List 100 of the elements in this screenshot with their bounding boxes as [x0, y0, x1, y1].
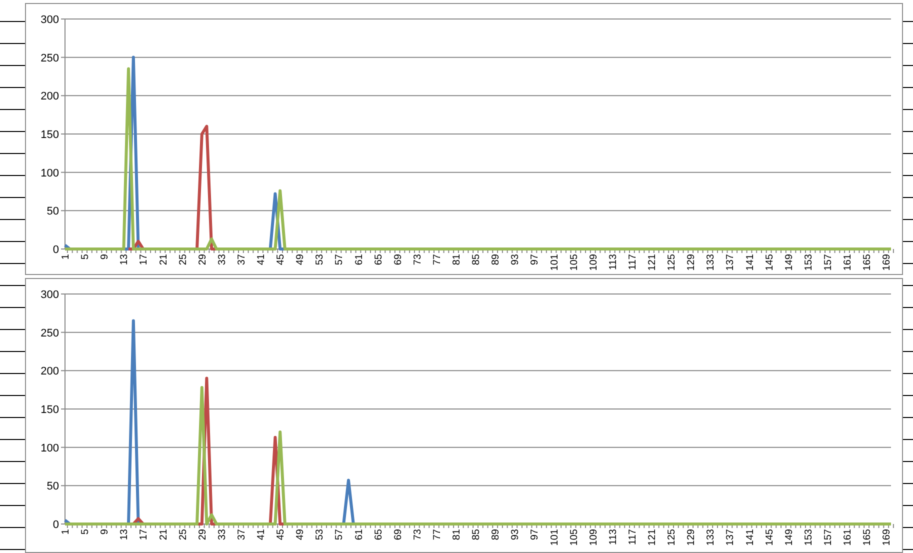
x-tick-label: 49 [295, 254, 306, 266]
x-tick-label: 37 [236, 254, 248, 266]
x-tick-label: 85 [471, 254, 482, 266]
x-tick-label: 5 [80, 254, 92, 260]
x-tick-label: 113 [608, 529, 619, 545]
x-tick-label: 29 [197, 254, 208, 266]
x-tick-label: 93 [510, 254, 522, 266]
x-tick-label: 133 [706, 529, 717, 546]
x-tick-label: 29 [197, 529, 208, 540]
x-tick-label: 169 [882, 254, 893, 271]
x-tick-label: 121 [647, 254, 658, 271]
x-tick-label: 161 [842, 529, 854, 546]
y-tick-label: 150 [40, 129, 59, 141]
x-tick-label: 129 [686, 254, 698, 271]
x-tick-label: 141 [744, 254, 756, 271]
x-tick-label: 105 [568, 529, 580, 546]
x-tick-label: 157 [822, 254, 834, 271]
x-tick-label: 9 [100, 254, 111, 260]
x-tick-label: 77 [432, 254, 443, 266]
x-tick-label: 17 [138, 254, 150, 266]
x-tick-label: 33 [216, 254, 228, 266]
x-tick-label: 137 [725, 254, 736, 271]
x-tick-label: 149 [784, 529, 795, 546]
x-tick-label: 141 [744, 529, 756, 546]
x-tick-label: 149 [784, 254, 795, 271]
x-tick-label: 33 [216, 529, 228, 540]
x-tick-label: 121 [647, 529, 658, 546]
x-tick-label: 77 [432, 529, 443, 540]
x-tick-label: 25 [178, 254, 189, 266]
x-tick-label: 49 [295, 529, 306, 540]
x-tick-label: 157 [822, 529, 834, 546]
y-tick-label: 0 [52, 519, 59, 531]
x-tick-label: 1 [60, 529, 72, 535]
x-tick-label: 145 [764, 529, 776, 546]
x-tick-label: 101 [549, 254, 560, 271]
y-tick-label: 0 [52, 244, 59, 256]
x-tick-label: 133 [706, 254, 717, 271]
x-tick-label: 137 [725, 529, 736, 546]
y-tick-label: 200 [40, 366, 59, 378]
x-tick-label: 21 [158, 529, 170, 540]
x-tick-label: 153 [803, 529, 814, 546]
x-tick-label: 89 [490, 529, 502, 540]
y-tick-label: 150 [40, 404, 59, 416]
x-tick-label: 41 [256, 529, 267, 540]
x-tick-label: 1 [60, 254, 72, 260]
y-tick-label: 250 [40, 327, 59, 340]
x-tick-label: 9 [100, 529, 111, 535]
y-tick-label: 300 [40, 289, 59, 301]
y-tick-label: 50 [46, 480, 59, 493]
x-tick-label: 57 [334, 254, 346, 266]
x-tick-label: 165 [862, 529, 874, 546]
x-tick-label: 81 [452, 529, 462, 540]
x-tick-label: 81 [452, 254, 462, 266]
x-tick-label: 45 [276, 529, 287, 540]
x-tick-label: 89 [490, 254, 502, 266]
x-tick-label: 37 [236, 529, 248, 540]
x-tick-label: 65 [373, 254, 384, 266]
x-tick-label: 105 [568, 254, 580, 271]
x-tick-label: 53 [314, 529, 326, 540]
y-tick-label: 250 [40, 52, 59, 64]
x-tick-label: 21 [158, 254, 170, 266]
x-tick-label: 53 [314, 254, 326, 266]
x-tick-label: 73 [412, 254, 424, 266]
x-tick-label: 113 [608, 254, 619, 270]
x-tick-label: 61 [354, 529, 365, 540]
x-tick-label: 25 [178, 529, 189, 540]
x-tick-label: 125 [666, 529, 678, 546]
x-tick-label: 101 [549, 529, 560, 546]
x-tick-label: 145 [764, 254, 776, 271]
y-tick-label: 200 [40, 90, 59, 103]
x-tick-label: 13 [119, 529, 130, 540]
y-tick-label: 50 [46, 206, 59, 218]
x-tick-label: 125 [666, 254, 678, 271]
x-tick-label: 69 [392, 529, 404, 540]
x-tick-label: 97 [530, 529, 541, 540]
y-tick-label: 100 [40, 167, 59, 180]
x-tick-label: 69 [392, 254, 404, 266]
x-tick-label: 85 [471, 529, 482, 540]
x-tick-label: 13 [119, 254, 130, 266]
x-tick-label: 109 [588, 254, 600, 271]
x-tick-label: 129 [686, 529, 698, 546]
x-tick-label: 61 [354, 254, 365, 266]
x-tick-label: 45 [276, 254, 287, 266]
y-tick-label: 100 [40, 442, 59, 454]
x-tick-label: 97 [530, 254, 541, 266]
x-tick-label: 73 [412, 529, 424, 540]
x-tick-label: 41 [256, 254, 267, 266]
x-tick-label: 169 [882, 529, 893, 546]
x-tick-label: 17 [138, 529, 150, 540]
x-tick-label: 109 [588, 529, 600, 546]
y-tick-label: 300 [40, 14, 59, 26]
x-tick-label: 161 [842, 254, 854, 271]
x-tick-label: 93 [510, 529, 522, 540]
x-tick-label: 153 [803, 254, 814, 271]
x-tick-label: 5 [80, 529, 92, 535]
x-tick-label: 117 [627, 529, 638, 545]
x-tick-label: 117 [627, 254, 638, 270]
x-tick-label: 57 [334, 529, 346, 540]
x-tick-label: 165 [862, 254, 874, 271]
x-tick-label: 65 [373, 529, 384, 540]
